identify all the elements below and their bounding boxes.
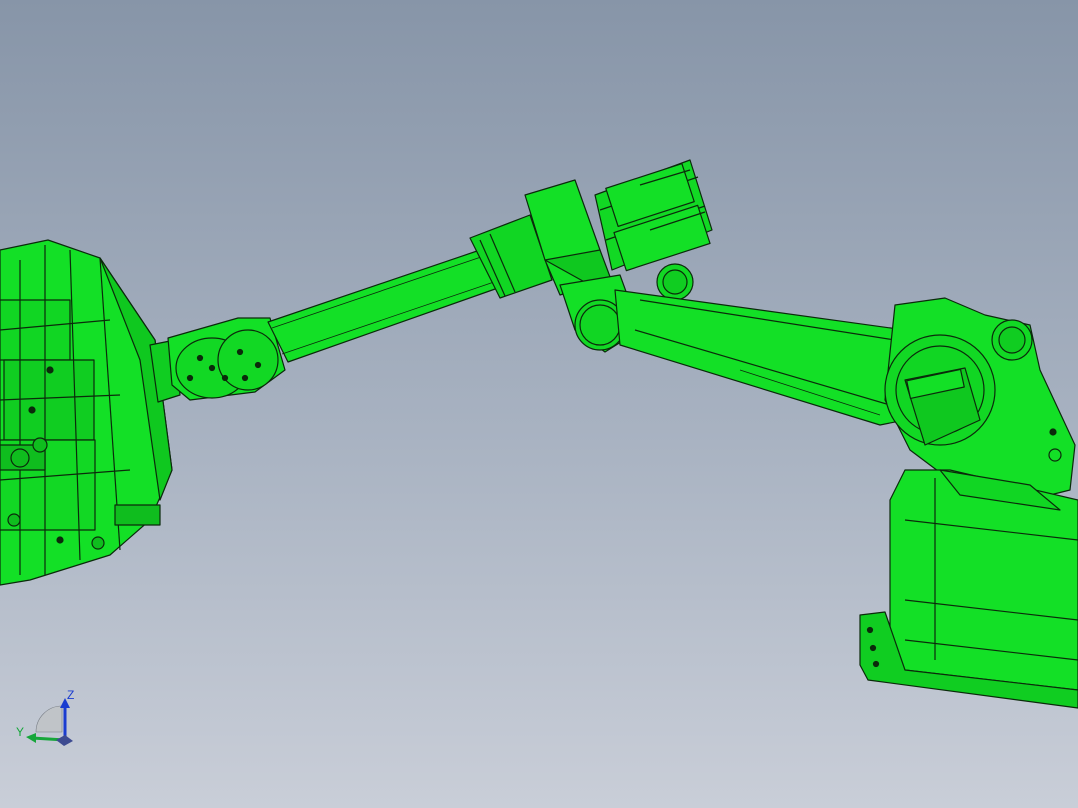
axis-triad: Z Y [12, 686, 82, 750]
cad-3d-viewport[interactable]: Z Y [0, 0, 1078, 808]
forearm-tube[interactable] [267, 214, 553, 363]
left-robot-base[interactable] [0, 239, 173, 586]
axis-y-label: Y [16, 725, 25, 739]
robot-assembly-model[interactable] [0, 0, 1078, 808]
robot-base-pedestal[interactable] [859, 469, 1078, 709]
axis-z-label: Z [67, 688, 75, 702]
upper-arm[interactable] [614, 289, 906, 426]
left-wrist-joint[interactable] [149, 317, 286, 403]
